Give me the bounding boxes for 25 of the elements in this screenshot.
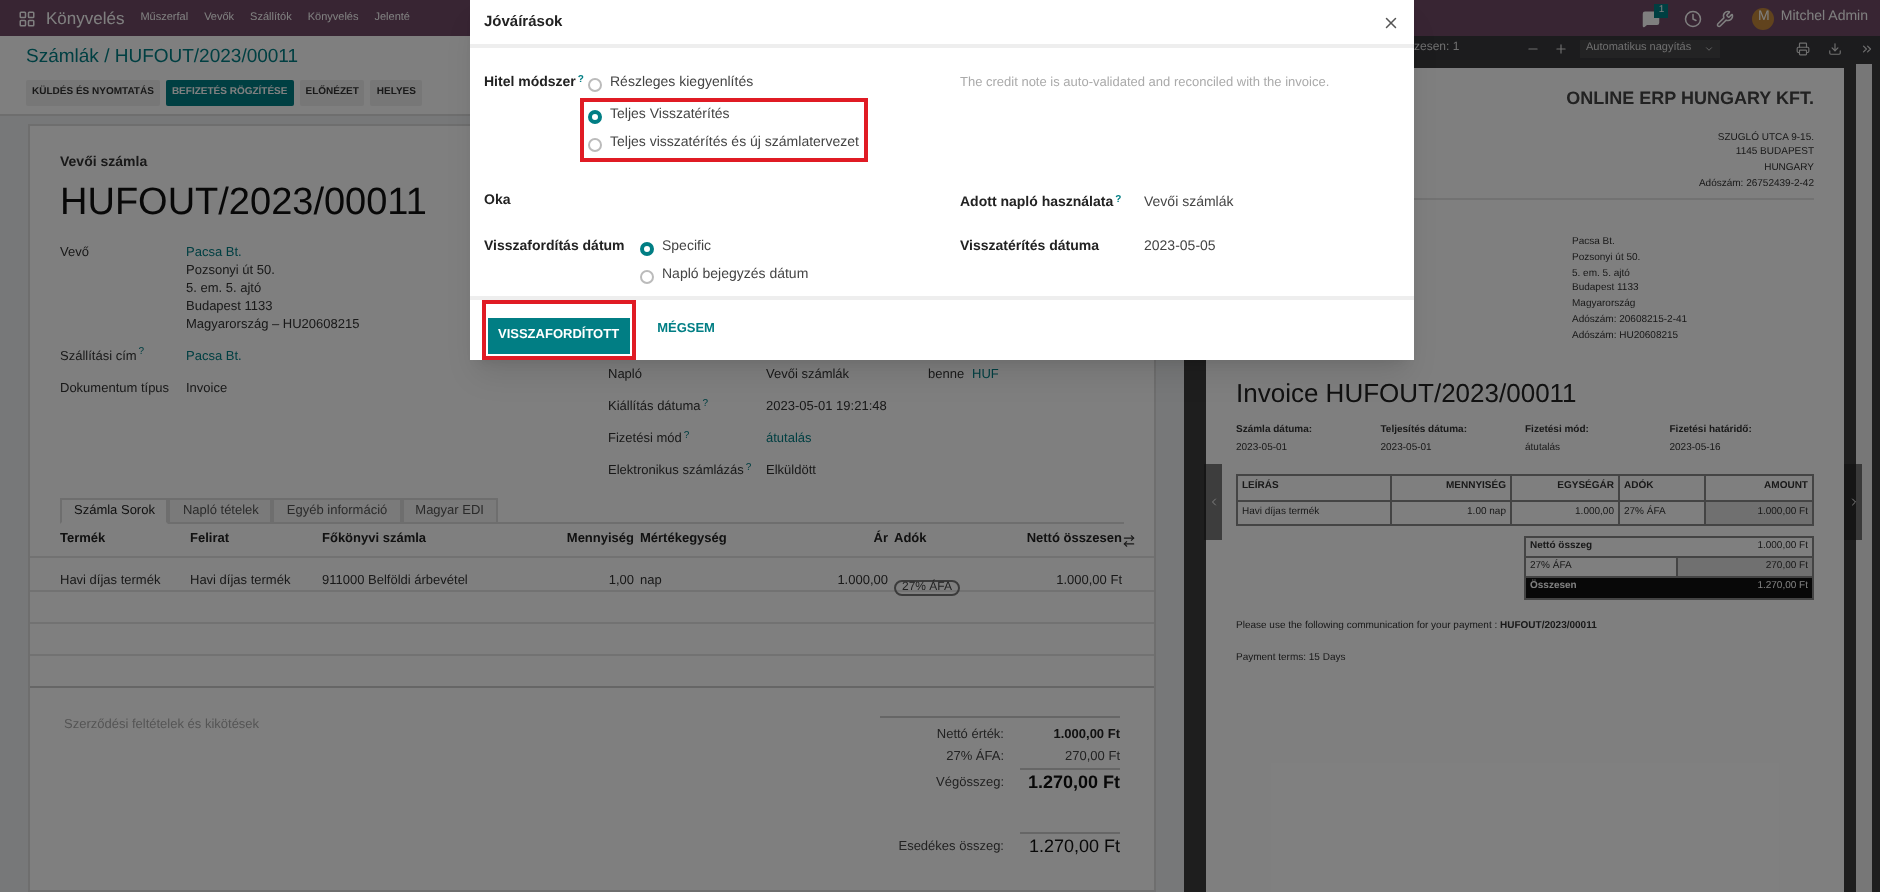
print-icon[interactable] xyxy=(1796,41,1810,55)
app-menu-icon[interactable] xyxy=(18,9,36,27)
zoom-in-icon[interactable] xyxy=(1554,41,1568,55)
more-tools-icon[interactable] xyxy=(1860,41,1874,55)
help-mark: ? xyxy=(1115,193,1122,206)
help-mark: ? xyxy=(138,346,145,358)
breadcrumb: Számlák / HUFOUT/2023/00011 xyxy=(26,44,301,72)
app-name[interactable]: Könyvelés xyxy=(46,5,125,31)
scrollbar[interactable] xyxy=(1856,64,1872,892)
caret-icon xyxy=(1703,43,1714,53)
clock-icon[interactable] xyxy=(1684,9,1703,27)
help-mark: ? xyxy=(683,429,690,442)
chevron-right-icon xyxy=(1847,496,1859,508)
download-icon[interactable] xyxy=(1828,41,1842,55)
help-mark: ? xyxy=(745,461,752,474)
invoice-number: HUFOUT/2023/00011 xyxy=(60,179,427,227)
document-title: Invoice HUFOUT/2023/00011 xyxy=(1236,378,1579,411)
help-mark: ? xyxy=(702,397,709,410)
wrench-icon[interactable] xyxy=(1716,9,1735,27)
close-icon[interactable] xyxy=(1382,13,1400,31)
column-settings-icon[interactable] xyxy=(1122,533,1136,548)
company-name: ONLINE ERP HUNGARY KFT. xyxy=(1564,86,1814,112)
total-value: 1.270,00 Ft xyxy=(1020,768,1120,798)
total-value: 1.270,00 Ft xyxy=(1020,832,1120,862)
help-mark: ? xyxy=(577,73,584,85)
